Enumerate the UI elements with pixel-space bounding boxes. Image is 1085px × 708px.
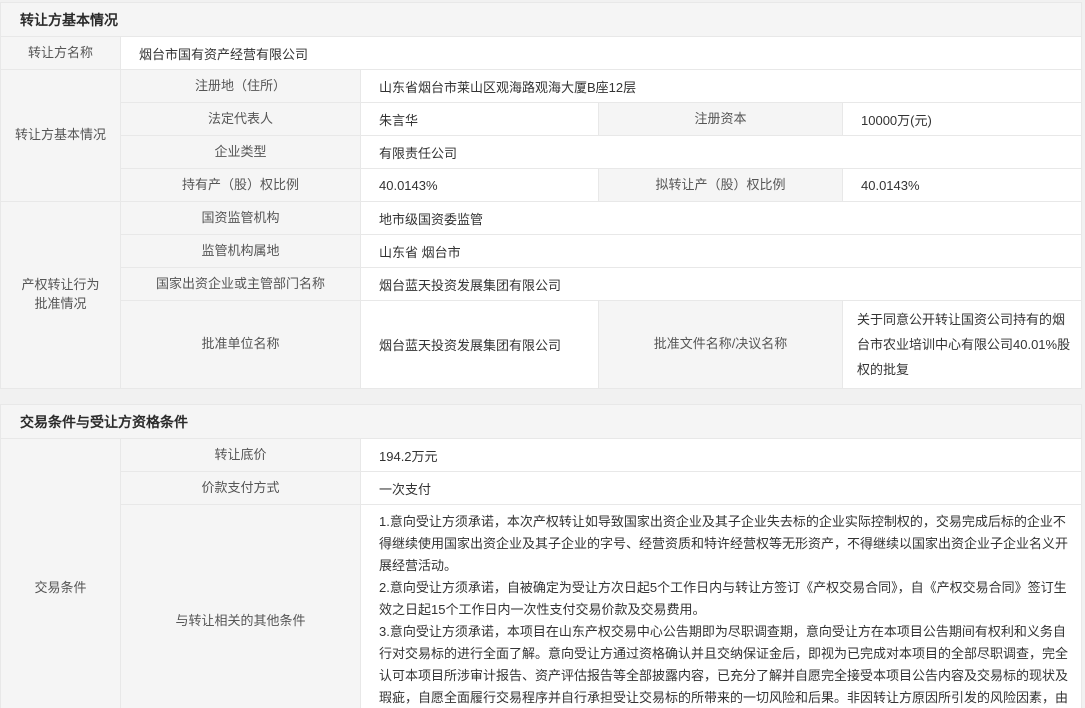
payment-method-value: 一次支付	[361, 472, 1082, 505]
table-row: 批准单位名称 烟台蓝天投资发展集团有限公司 批准文件名称/决议名称 关于同意公开…	[1, 301, 1082, 389]
table-row: 交易条件 转让底价 194.2万元	[1, 439, 1082, 472]
section-title-transferor: 转让方基本情况	[1, 3, 1082, 37]
approval-doc-label: 批准文件名称/决议名称	[599, 301, 843, 389]
registered-address-value: 山东省烟台市莱山区观海路观海大厦B座12层	[361, 70, 1082, 103]
table-row: 法定代表人 朱言华 注册资本 10000万(元)	[1, 103, 1082, 136]
planned-transfer-ratio-label: 拟转让产（股）权比例	[599, 169, 843, 202]
table-row: 企业类型 有限责任公司	[1, 136, 1082, 169]
transferor-name-label: 转让方名称	[1, 37, 121, 70]
trade-conditions-table: 交易条件与受让方资格条件 交易条件 转让底价 194.2万元 价款支付方式 一次…	[0, 404, 1082, 708]
group-label-basic-info: 转让方基本情况	[1, 70, 121, 202]
registered-capital-value: 10000万(元)	[843, 103, 1082, 136]
section-title-conditions: 交易条件与受让方资格条件	[1, 405, 1082, 439]
legal-representative-label: 法定代表人	[121, 103, 361, 136]
approval-unit-value: 烟台蓝天投资发展集团有限公司	[361, 301, 599, 389]
approval-doc-value: 关于同意公开转让国资公司持有的烟台市农业培训中心有限公司40.01%股权的批复	[843, 301, 1082, 389]
floor-price-label: 转让底价	[121, 439, 361, 472]
table-row: 监管机构属地 山东省 烟台市	[1, 235, 1082, 268]
regulator-value: 地市级国资委监管	[361, 202, 1082, 235]
table-row: 产权转让行为 批准情况 国资监管机构 地市级国资委监管	[1, 202, 1082, 235]
holding-ratio-label: 持有产（股）权比例	[121, 169, 361, 202]
group-label-trade-conditions: 交易条件	[1, 439, 121, 708]
regulator-region-value: 山东省 烟台市	[361, 235, 1082, 268]
table-row: 持有产（股）权比例 40.0143% 拟转让产（股）权比例 40.0143%	[1, 169, 1082, 202]
registered-address-label: 注册地（住所）	[121, 70, 361, 103]
state-enterprise-value: 烟台蓝天投资发展集团有限公司	[361, 268, 1082, 301]
table-row: 国家出资企业或主管部门名称 烟台蓝天投资发展集团有限公司	[1, 268, 1082, 301]
table-row: 与转让相关的其他条件 1.意向受让方须承诺，本次产权转让如导致国家出资企业及其子…	[1, 505, 1082, 708]
enterprise-type-value: 有限责任公司	[361, 136, 1082, 169]
payment-method-label: 价款支付方式	[121, 472, 361, 505]
state-enterprise-label: 国家出资企业或主管部门名称	[121, 268, 361, 301]
table-row: 转让方基本情况 注册地（住所） 山东省烟台市莱山区观海路观海大厦B座12层	[1, 70, 1082, 103]
transferor-name-value: 烟台市国有资产经营有限公司	[121, 37, 1082, 70]
holding-ratio-value: 40.0143%	[361, 169, 599, 202]
table-row: 价款支付方式 一次支付	[1, 472, 1082, 505]
regulator-region-label: 监管机构属地	[121, 235, 361, 268]
registered-capital-label: 注册资本	[599, 103, 843, 136]
table-row: 转让方名称 烟台市国有资产经营有限公司	[1, 37, 1082, 70]
approval-unit-label: 批准单位名称	[121, 301, 361, 389]
section-header-row: 转让方基本情况	[1, 3, 1082, 37]
floor-price-value: 194.2万元	[361, 439, 1082, 472]
transferor-info-table: 转让方基本情况 转让方名称 烟台市国有资产经营有限公司 转让方基本情况 注册地（…	[0, 2, 1082, 389]
section-header-row: 交易条件与受让方资格条件	[1, 405, 1082, 439]
planned-transfer-ratio-value: 40.0143%	[843, 169, 1082, 202]
other-conditions-label: 与转让相关的其他条件	[121, 505, 361, 708]
group-label-approval-info: 产权转让行为 批准情况	[1, 202, 121, 389]
regulator-label: 国资监管机构	[121, 202, 361, 235]
legal-representative-value: 朱言华	[361, 103, 599, 136]
transfer-listing-page: 转让方基本情况 转让方名称 烟台市国有资产经营有限公司 转让方基本情况 注册地（…	[0, 0, 1085, 708]
enterprise-type-label: 企业类型	[121, 136, 361, 169]
other-conditions-value: 1.意向受让方须承诺，本次产权转让如导致国家出资企业及其子企业失去标的企业实际控…	[361, 505, 1082, 708]
